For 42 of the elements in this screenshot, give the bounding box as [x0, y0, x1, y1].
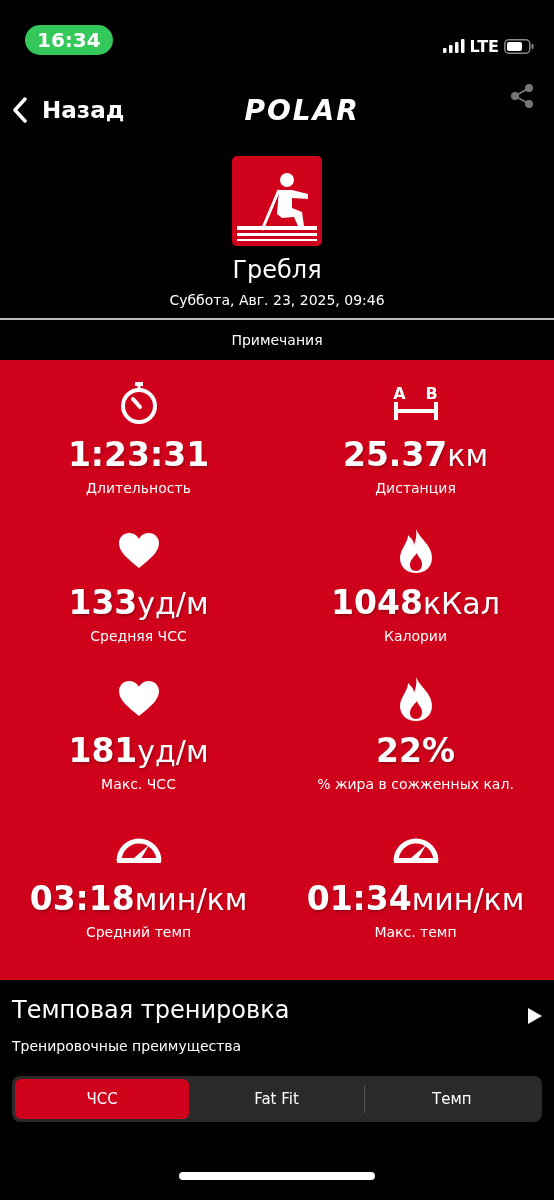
section-title: Темповая тренировка [12, 996, 290, 1024]
network-label: LTE [469, 36, 499, 56]
stat-label: Средняя ЧСС [90, 628, 187, 644]
stat-label: Калории [383, 628, 448, 644]
stat-value: 133уд/м [68, 582, 209, 624]
stat-value: 25.37км [342, 434, 489, 476]
stat-value: 03:18мин/км [29, 878, 248, 920]
stat-label: Длительность [86, 480, 191, 496]
segment-tab[interactable]: Темп [364, 1079, 539, 1119]
chevron-icon [12, 97, 28, 123]
stat-label: Средний темп [85, 924, 192, 940]
status-time: 16:34 [25, 25, 113, 55]
stopwatch-icon [118, 382, 159, 424]
rowing-icon [232, 156, 322, 246]
stat-label: % жира в сожженных кал. [317, 776, 514, 792]
stat-label: Макс. темп [374, 924, 457, 940]
flame-icon [399, 677, 432, 721]
back-button[interactable]: Назад [12, 97, 125, 123]
stat-label: Макс. ЧСС [101, 776, 176, 792]
brand-logo: POLAR [244, 93, 360, 127]
stat-value: 01:34мин/км [306, 878, 525, 920]
activity-date: Суббота, Авг. 23, 2025, 09:46 [169, 292, 385, 308]
stat-label: Дистанция [375, 480, 456, 496]
stat-value: 1:23:31 [67, 434, 210, 476]
notes-link[interactable]: Примечания [225, 331, 329, 349]
point-label: B [425, 386, 438, 402]
play-icon[interactable] [528, 1008, 542, 1024]
heart-icon [118, 533, 159, 569]
activity-title: Гребля [232, 256, 322, 284]
battery-icon [504, 38, 534, 54]
section-subtitle: Тренировочные преимущества [12, 1038, 243, 1054]
signal-icon [442, 39, 465, 53]
flame-icon [399, 529, 432, 573]
stat-value: 22% [376, 730, 455, 772]
point-label: A [393, 386, 406, 402]
stat-value: 181уд/м [68, 730, 209, 772]
stat-value: 1048кКал [331, 582, 500, 624]
segment-tab[interactable]: ЧСС [15, 1079, 190, 1119]
distance-icon [393, 402, 438, 420]
segment-tab[interactable]: Fat Fit [189, 1079, 364, 1119]
heart-icon [118, 681, 159, 717]
share-icon[interactable] [510, 84, 534, 108]
